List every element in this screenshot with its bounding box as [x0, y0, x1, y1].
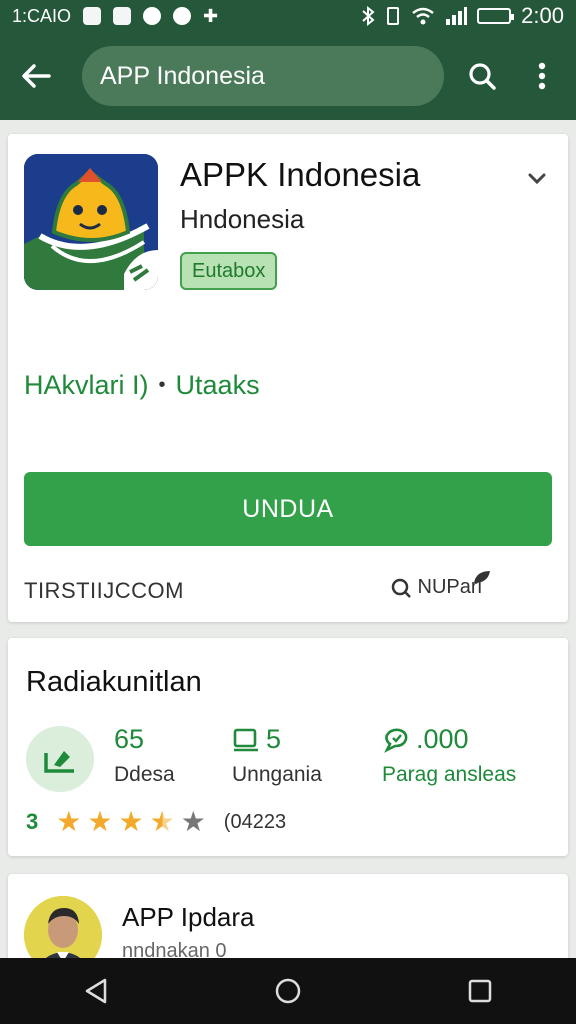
search-icon	[469, 63, 496, 90]
app-logo	[24, 154, 158, 290]
tag-left[interactable]: HAkvlari I)	[24, 370, 149, 401]
install-label: UNDUA	[242, 494, 334, 523]
chat-icon	[384, 728, 408, 753]
vibrate-icon	[387, 7, 400, 25]
star-half-icon: ★	[149, 806, 175, 837]
star-empty-icon: ★	[180, 806, 206, 837]
nav-back-button[interactable]	[76, 971, 116, 1011]
app-tags: HAkvlari I) • Utaaks	[24, 370, 260, 401]
search-button[interactable]	[460, 54, 504, 98]
nav-recents-button[interactable]	[460, 971, 500, 1011]
badge-label: Eutabox	[192, 259, 266, 282]
navigation-bar	[0, 958, 576, 1024]
clock: 2:00	[521, 3, 564, 28]
developer-name: APP Ipdara	[122, 902, 255, 932]
status-left: 1:CAIO ✚	[12, 6, 218, 27]
ratings-card: Radiakunitlan 65 Ddesa 5 Unngania .000 P…	[8, 638, 568, 856]
more-options-button[interactable]	[520, 54, 564, 98]
app-developer[interactable]: Hndonesia	[180, 204, 304, 235]
search-input-text: APP Indonesia	[100, 61, 265, 90]
status-right: 2:00	[361, 3, 564, 29]
footer-left-text: TIRSTIIJCCOM	[24, 578, 184, 603]
battery-icon	[477, 8, 515, 24]
app-title: APPK Indonesia	[180, 156, 421, 193]
messenger-icon	[143, 7, 162, 25]
stat-ratings-value: .000	[382, 724, 516, 755]
app-logo-icon	[24, 154, 158, 290]
stat-reviews-label: Unngania	[232, 763, 322, 786]
search-input[interactable]: APP Indonesia	[82, 46, 444, 106]
stat-reviews-number: 5	[266, 724, 282, 754]
stars-row: 3 ★ ★ ★ ★ ★ (04223	[26, 808, 286, 836]
stat-downloads-label: Ddesa	[114, 763, 175, 786]
review-icon	[233, 728, 258, 751]
notification-icon	[83, 7, 102, 25]
install-button[interactable]: UNDUA	[24, 472, 552, 546]
stat-downloads-number: 65	[114, 724, 145, 754]
nav-home-button[interactable]	[268, 971, 308, 1011]
star-icon-2: ★	[87, 806, 113, 837]
chevron-down-icon	[528, 173, 546, 185]
back-button[interactable]	[12, 52, 60, 100]
square-recents-icon	[468, 979, 492, 1003]
status-left-text: 1:CAIO	[12, 5, 72, 26]
tag-separator: •	[158, 374, 166, 396]
search-small-icon	[391, 578, 411, 598]
app-info-card: APPK Indonesia Hndonesia Eutabox HAkvlar…	[8, 134, 568, 622]
download-stat-icon-wrap	[26, 726, 94, 792]
signal-icon	[446, 7, 468, 25]
notification-icon-2	[113, 7, 132, 25]
app-notification-icon	[173, 7, 192, 25]
footer-right[interactable]: NUPari	[390, 570, 492, 599]
stat-ratings[interactable]: .000 Parag ansleas	[382, 724, 516, 787]
app-bar: APP Indonesia	[0, 32, 576, 120]
editors-badge: Eutabox	[180, 252, 278, 290]
plus-icon: ✚	[203, 5, 219, 26]
expand-button[interactable]	[522, 164, 552, 194]
stat-ratings-label: Parag ansleas	[382, 763, 517, 786]
arrow-left-icon	[22, 64, 51, 88]
app-bar-actions	[460, 54, 564, 98]
stat-ratings-number: .000	[416, 724, 469, 754]
tag-right[interactable]: Utaaks	[176, 370, 260, 401]
wifi-icon	[412, 7, 434, 25]
bluetooth-icon	[362, 6, 375, 26]
stat-downloads: 65 Ddesa	[114, 724, 175, 787]
leaf-icon	[474, 570, 490, 583]
status-bar: 1:CAIO ✚ 2:00	[0, 0, 576, 32]
star-icon-3: ★	[118, 806, 144, 837]
more-vertical-icon	[538, 62, 546, 90]
stat-reviews-value: 5	[232, 724, 322, 755]
download-icon	[44, 751, 74, 773]
rating-count: (04223	[223, 810, 287, 833]
stat-downloads-value: 65	[114, 724, 175, 755]
circle-home-icon	[275, 978, 301, 1004]
stat-reviews: 5 Unngania	[232, 724, 322, 787]
ratings-title: Radiakunitlan	[26, 666, 202, 698]
triangle-back-icon	[85, 978, 107, 1004]
star-icon-1: ★	[56, 806, 82, 837]
rating-value: 3	[26, 809, 39, 834]
